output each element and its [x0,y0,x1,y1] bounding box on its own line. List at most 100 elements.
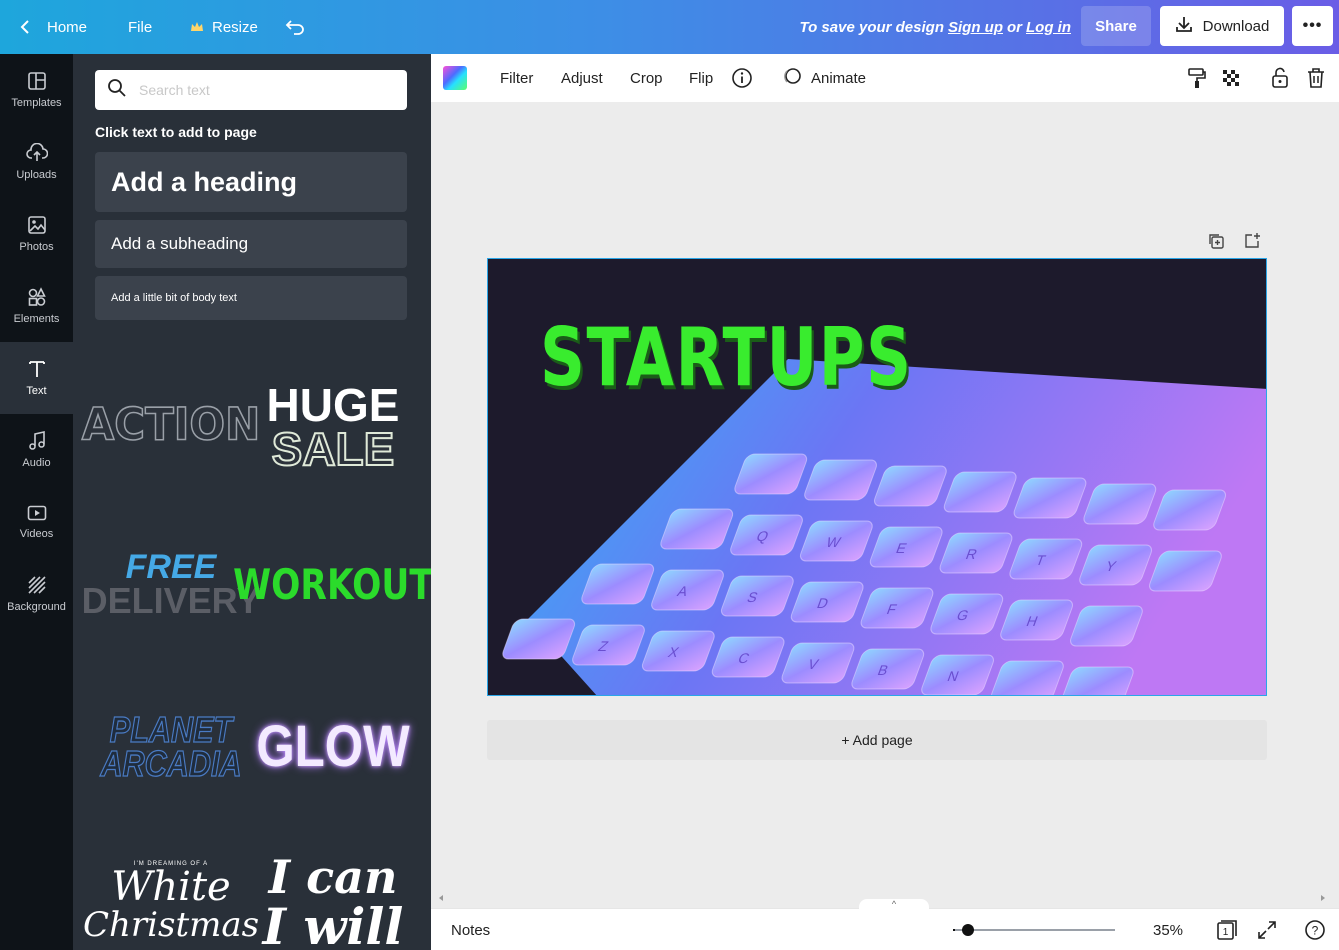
zoom-slider[interactable] [955,929,1115,931]
crown-icon [190,21,204,33]
zoom-slider-handle[interactable] [962,924,974,936]
page-count-number: 1 [1223,927,1229,938]
rail-label-background: Background [7,601,66,613]
text-style-workout[interactable]: WORKOUT [233,554,431,614]
shapes-icon [27,287,47,307]
resize-button[interactable]: Resize [190,0,258,54]
background-pattern-icon [27,575,47,595]
text-style-white-christmas[interactable]: I'M DREAMING OF A White Christmas [83,854,259,950]
text-style-action[interactable]: ACTION [81,377,261,472]
panel-hint: Click text to add to page [95,124,257,140]
video-icon [27,504,47,522]
save-prompt-or: or [1007,18,1022,36]
rail-item-templates[interactable]: Templates [0,54,73,126]
image-toolbar: Filter Adjust Crop Flip Animate [431,54,1339,102]
photo-icon [27,215,47,235]
add-heading-button[interactable]: Add a heading [95,152,407,212]
rail-label-uploads: Uploads [16,169,57,181]
footer-bar: ^ Notes 35% 1 ? [431,899,1339,950]
rail-label-videos: Videos [19,528,54,540]
text-style-i-can-i-will[interactable]: I can I will [253,849,413,950]
rail-item-elements[interactable]: Elements [0,270,73,342]
sale-text: SALE [271,423,396,475]
search-box[interactable] [95,70,407,110]
adjust-button[interactable]: Adjust [561,54,603,102]
animate-label: Animate [811,69,867,87]
rail-label-text: Text [26,385,47,397]
page-count-icon[interactable]: 1 [1215,918,1239,942]
add-page-button[interactable]: + Add page [487,720,1267,760]
download-icon [1175,15,1193,37]
download-label: Download [1202,17,1270,35]
canvas-area: QWERTYASDFGHZXCVBN STARTUPS + Add page [431,102,1339,908]
help-label: ? [1312,924,1319,938]
undo-icon[interactable] [285,0,305,54]
expand-pages-tab[interactable]: ^ [859,899,929,911]
zoom-level[interactable]: 35% [1153,909,1183,950]
save-prompt-text: To save your design [799,18,945,36]
planet-text: PLANET [109,708,233,750]
log-in-link[interactable]: Log in [1026,19,1071,36]
flip-button[interactable]: Flip [689,54,713,102]
christmas-text: Christmas [82,905,260,945]
add-subheading-button[interactable]: Add a subheading [95,220,407,268]
transparency-icon[interactable] [1221,54,1241,102]
trash-icon[interactable] [1307,54,1325,102]
templates-icon [27,71,47,91]
i-can-text: I can [268,849,398,904]
more-options-button[interactable]: ••• [1292,6,1333,46]
info-icon[interactable] [731,54,753,102]
home-button[interactable]: Home [47,0,87,54]
rail-label-audio: Audio [22,457,51,469]
download-button[interactable]: Download [1160,6,1284,46]
upload-cloud-icon [25,143,48,163]
share-button[interactable]: Share [1081,6,1151,46]
sign-up-link[interactable]: Sign up [948,19,1003,36]
chevron-up-icon: ^ [891,899,897,909]
rail-item-text[interactable]: Text [0,342,73,414]
rail-label-templates: Templates [11,97,62,109]
free-text: FREE [125,548,217,586]
duplicate-page-icon[interactable] [1207,232,1227,252]
text-style-free-delivery[interactable]: FREE DELIVERY [82,544,261,624]
design-page[interactable]: QWERTYASDFGHZXCVBN STARTUPS [487,258,1267,696]
text-style-glow[interactable]: GLOW [256,709,409,784]
side-nav-rail: Templates Uploads Photos Elements Text A… [0,54,73,950]
rail-label-elements: Elements [13,313,60,325]
huge-text: HUGE [266,379,400,431]
white-text: White [111,864,231,910]
add-page-icon[interactable] [1243,232,1263,252]
rail-label-photos: Photos [19,241,54,253]
back-chevron-icon[interactable] [20,0,30,54]
resize-label: Resize [212,18,258,36]
animate-icon [781,65,803,91]
color-swatch[interactable] [443,66,467,90]
text-style-huge-sale[interactable]: HUGE SALE [253,372,413,482]
i-will-text: I will [262,896,404,950]
lock-icon[interactable] [1271,54,1289,102]
text-style-planet-arcadia[interactable]: PLANET ARCADIA [100,708,242,784]
search-icon [107,78,127,103]
help-icon[interactable]: ? [1303,918,1327,942]
file-menu-button[interactable]: File [128,0,152,54]
crop-button[interactable]: Crop [630,54,663,102]
fullscreen-icon[interactable] [1255,918,1279,942]
startups-heading[interactable]: STARTUPS [540,311,913,404]
music-note-icon [27,431,47,451]
top-bar: Home File Resize To save your design Sig… [0,0,1339,54]
save-prompt: To save your design Sign up or Log in [800,0,1072,54]
add-body-text-button[interactable]: Add a little bit of body text [95,276,407,320]
rail-item-background[interactable]: Background [0,558,73,630]
copy-style-icon[interactable] [1187,54,1207,102]
animate-button[interactable]: Animate [781,54,866,102]
rail-item-audio[interactable]: Audio [0,414,73,486]
search-input[interactable] [139,82,389,98]
text-panel: Click text to add to page Add a heading … [73,54,431,950]
text-icon [27,359,47,379]
rail-item-uploads[interactable]: Uploads [0,126,73,198]
filter-button[interactable]: Filter [500,54,533,102]
arcadia-text: ARCADIA [100,742,242,784]
notes-button[interactable]: Notes [451,909,490,950]
rail-item-photos[interactable]: Photos [0,198,73,270]
rail-item-videos[interactable]: Videos [0,486,73,558]
